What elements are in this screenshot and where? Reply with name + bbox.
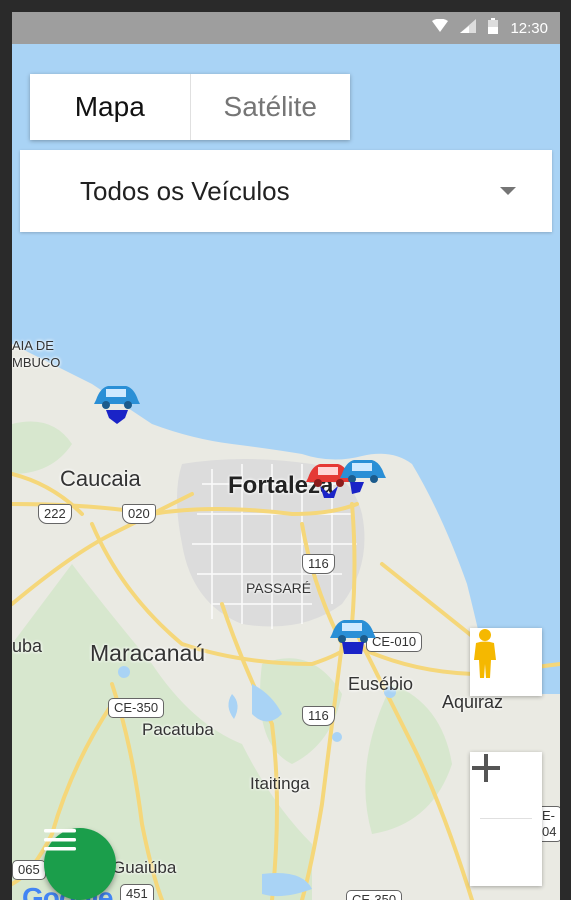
tab-satellite[interactable]: Satélite	[191, 74, 351, 140]
marker-icon	[106, 410, 128, 424]
place-label-eusebio: Eusébio	[348, 674, 414, 694]
car-icon	[340, 460, 386, 483]
place-label-guaiuba: Guaiúba	[112, 858, 177, 877]
marker-icon	[320, 486, 338, 498]
place-label-caucaia: Caucaia	[60, 466, 141, 491]
map-type-toggle: Mapa Satélite	[30, 74, 350, 140]
road-shield: CE-350	[346, 890, 403, 900]
road-shield: 451	[120, 884, 154, 900]
car-icon	[94, 386, 140, 409]
place-label: MBUCO	[12, 355, 61, 370]
road-shield: 116	[302, 706, 335, 726]
status-time: 12:30	[510, 19, 548, 37]
road-shield: 222	[38, 504, 72, 524]
zoom-out-icon	[472, 766, 500, 770]
signal-icon	[460, 19, 477, 37]
place-label-itaitinga: Itaitinga	[250, 774, 310, 793]
tab-map[interactable]: Mapa	[30, 74, 190, 140]
pegman-icon	[474, 629, 496, 678]
vehicle-filter-value: Todos os Veículos	[80, 175, 290, 206]
phone-screen: 12:30 AIA DE MBUCO Caucaia Fortaleza PAS…	[12, 12, 560, 900]
battery-icon	[488, 18, 499, 38]
place-label-maracanau: Maracanaú	[90, 640, 206, 666]
car-icon	[330, 620, 376, 643]
place-label-pacatuba: Pacatuba	[142, 720, 214, 739]
road-shield: CE-350	[108, 698, 165, 718]
marker-icon	[342, 642, 364, 654]
place-label: AIA DE	[12, 338, 54, 353]
vehicle-filter-dropdown[interactable]: Todos os Veículos	[20, 150, 552, 232]
map-view[interactable]: AIA DE MBUCO Caucaia Fortaleza PASSARÉ u…	[12, 44, 560, 900]
road-shield: 065	[12, 860, 46, 880]
road-shield: 116	[302, 554, 335, 574]
menu-icon	[44, 829, 76, 851]
dropdown-arrow-icon	[500, 187, 516, 195]
wifi-icon	[432, 18, 449, 37]
status-bar: 12:30	[12, 12, 560, 44]
marker-icon	[350, 482, 364, 494]
zoom-out-button[interactable]	[470, 766, 542, 885]
road-shield: 020	[122, 504, 156, 524]
place-label: uba	[12, 636, 43, 656]
street-view-button[interactable]	[470, 628, 542, 696]
place-label-passare: PASSARÉ	[246, 580, 312, 596]
zoom-controls	[470, 752, 542, 886]
menu-fab-button[interactable]	[44, 828, 116, 900]
